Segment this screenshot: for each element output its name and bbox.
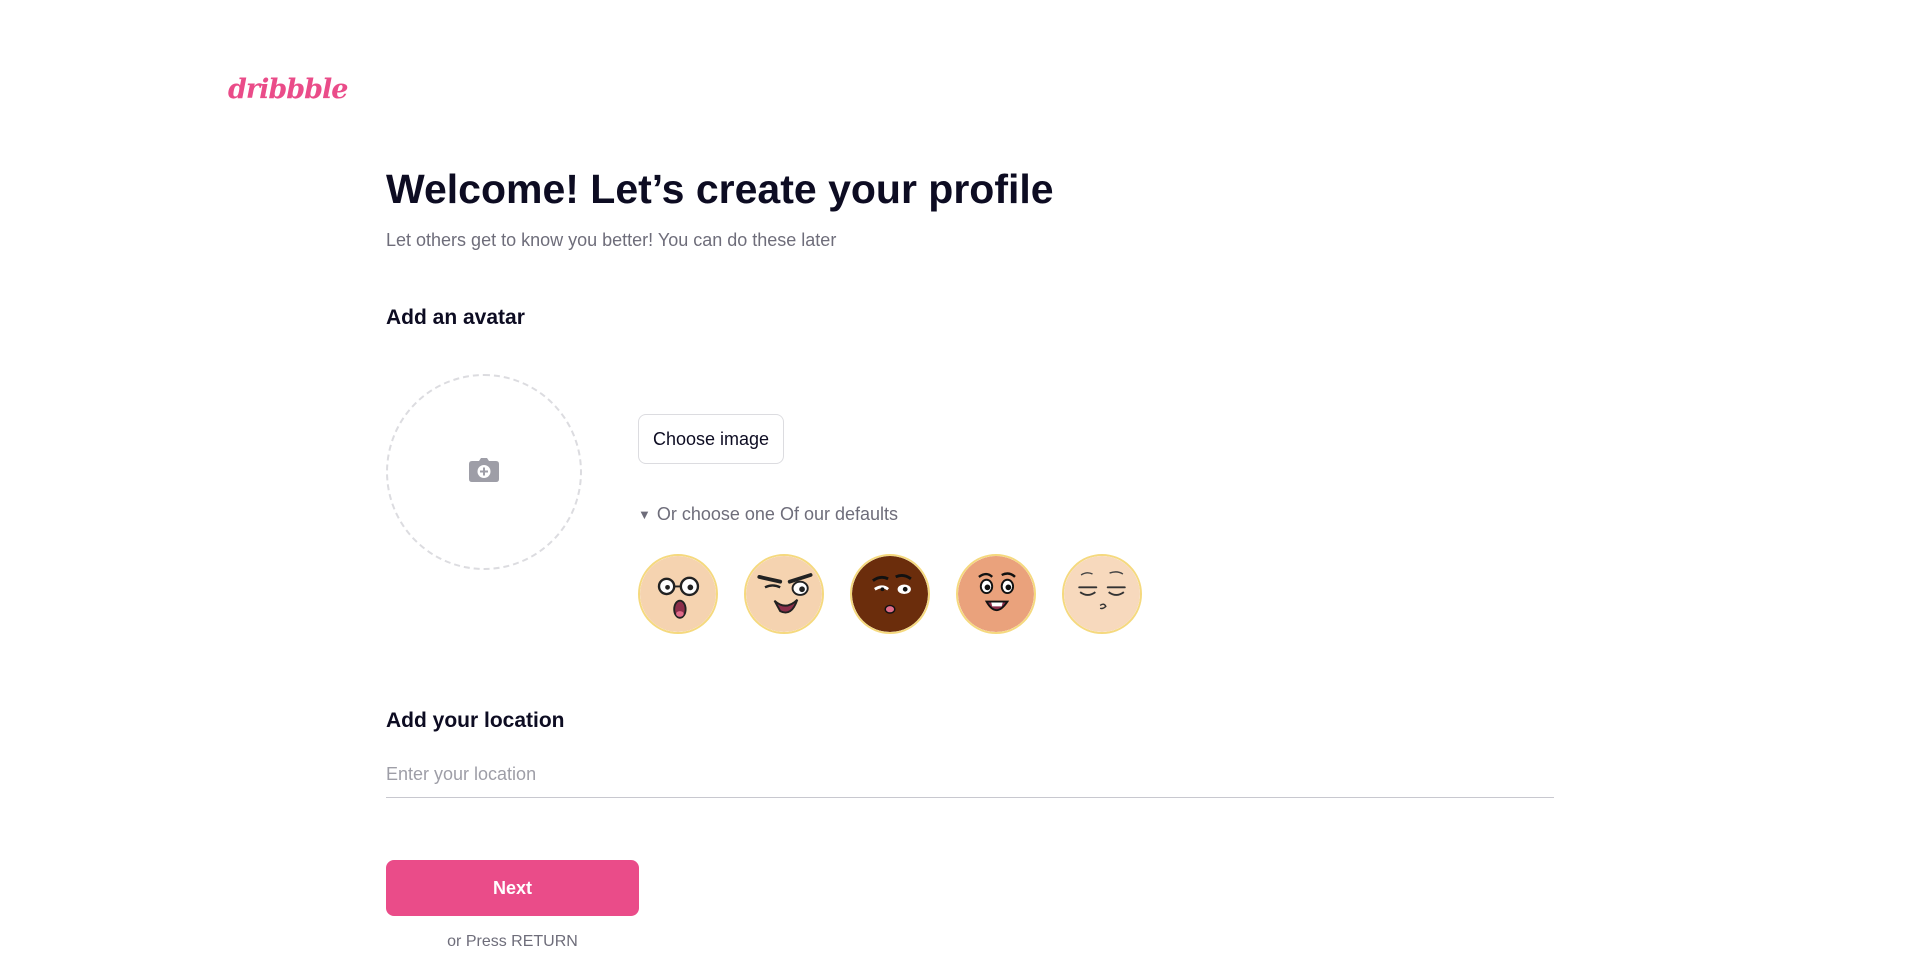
page-subtitle: Let others get to know you better! You c… bbox=[386, 230, 837, 250]
return-hint: or Press RETURN bbox=[447, 933, 578, 950]
default-avatars-toggle[interactable]: ▼ Or choose one Of our defaults bbox=[638, 504, 898, 525]
avatar-upload-dropzone[interactable] bbox=[386, 374, 582, 570]
default-avatar-happy-face[interactable] bbox=[956, 554, 1036, 634]
default-avatar-glasses-face[interactable] bbox=[638, 554, 718, 634]
location-section-label: Add your location bbox=[386, 709, 565, 732]
default-avatar-smirk-face[interactable] bbox=[744, 554, 824, 634]
camera-plus-icon bbox=[469, 457, 499, 487]
next-button[interactable]: Next bbox=[386, 860, 639, 916]
dribbble-logo[interactable]: dribbble bbox=[228, 74, 348, 105]
triangle-down-icon: ▼ bbox=[638, 507, 651, 522]
default-avatar-sleepy-face[interactable] bbox=[1062, 554, 1142, 634]
choose-image-button[interactable]: Choose image bbox=[638, 414, 784, 464]
location-input[interactable] bbox=[386, 752, 1554, 798]
default-avatar-list bbox=[638, 554, 1142, 634]
default-avatar-worried-face[interactable] bbox=[850, 554, 930, 634]
avatar-section-label: Add an avatar bbox=[386, 306, 525, 329]
page-title: Welcome! Let’s create your profile bbox=[386, 166, 1054, 212]
default-avatars-toggle-label: Or choose one Of our defaults bbox=[656, 504, 899, 524]
